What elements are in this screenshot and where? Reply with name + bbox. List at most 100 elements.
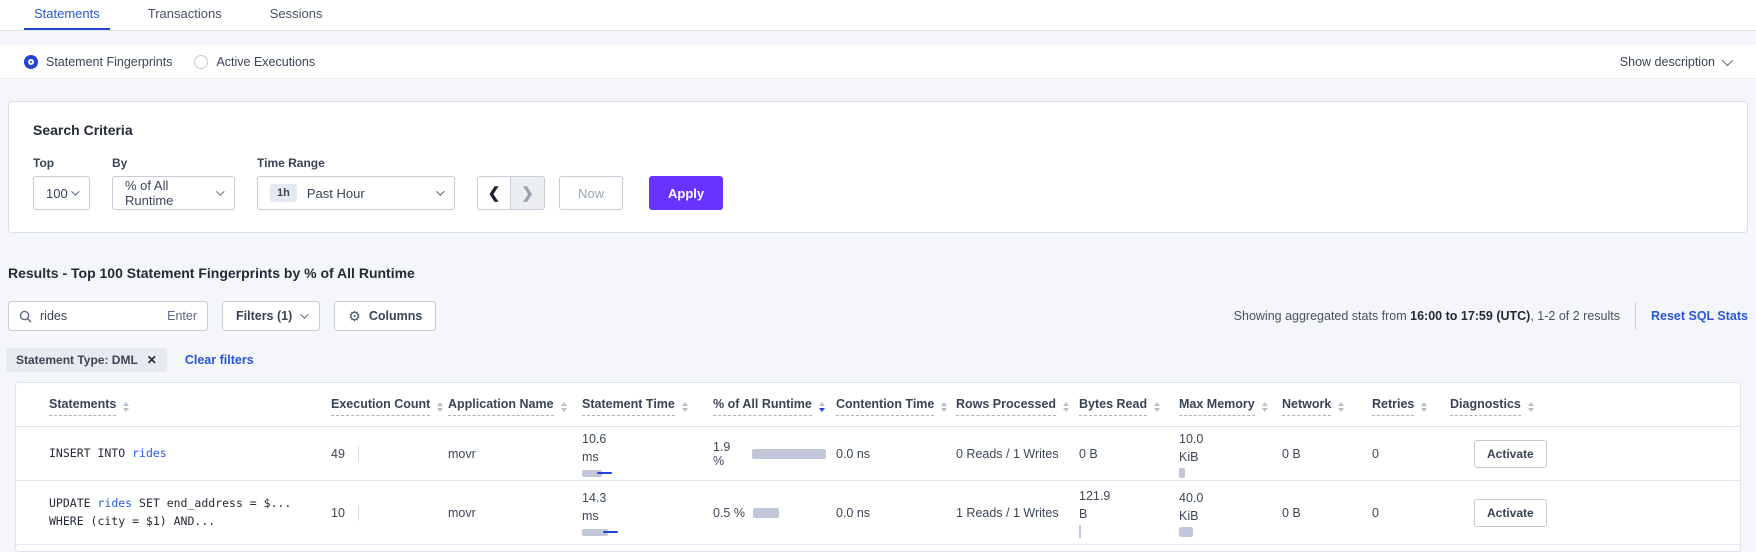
tab-transactions[interactable]: Transactions (138, 0, 232, 30)
radio-statement-fingerprints[interactable]: Statement Fingerprints (24, 55, 172, 69)
bytes-read-cell: 121.9 B (1079, 487, 1179, 538)
time-range-select[interactable]: 1h Past Hour (257, 176, 455, 210)
sort-icon[interactable] (437, 402, 443, 412)
previous-time-button[interactable]: ❮ (477, 176, 511, 210)
tab-sessions[interactable]: Sessions (260, 0, 333, 30)
bytes-read-bar (1079, 525, 1081, 538)
count-bar (358, 446, 359, 461)
statement-time-value: 14.3 (582, 489, 703, 507)
statement-time-bar (582, 528, 703, 536)
filters-button-label: Filters (1) (236, 309, 292, 323)
statement-link[interactable]: UPDATE rides SET end_address = $... WHER… (49, 495, 331, 531)
search-input[interactable] (40, 309, 167, 323)
statement-time-unit: ms (582, 448, 703, 466)
network-cell: 0 B (1282, 506, 1372, 520)
stats-summary-suffix: , 1-2 of 2 results (1530, 309, 1620, 323)
diagnostics-cell: Activate (1450, 499, 1560, 527)
col-header-execution-count: Execution Count (331, 397, 448, 416)
sort-icon[interactable] (561, 402, 567, 412)
col-header-bytes-read: Bytes Read (1079, 397, 1179, 416)
sort-icon[interactable] (941, 402, 947, 412)
stats-summary-prefix: Showing aggregated stats from (1234, 309, 1411, 323)
bar-mean (1179, 527, 1193, 537)
sort-icon[interactable] (1154, 402, 1160, 412)
sort-icon[interactable] (1262, 402, 1268, 412)
activate-diagnostics-button[interactable]: Activate (1474, 499, 1547, 527)
now-button[interactable]: Now (559, 176, 623, 210)
chevron-down-icon (300, 310, 308, 318)
reset-sql-stats-link[interactable]: Reset SQL Stats (1651, 309, 1748, 323)
by-field: By % of All Runtime (112, 156, 235, 210)
col-header-rows-processed: Rows Processed (956, 397, 1079, 416)
chevron-down-icon (216, 187, 224, 195)
col-header-application-name: Application Name (448, 397, 582, 416)
time-range-field: Time Range 1h Past Hour (257, 156, 455, 210)
radio-active-executions[interactable]: Active Executions (194, 55, 315, 69)
gear-icon: ⚙ (348, 308, 361, 325)
show-description-toggle[interactable]: Show description (1620, 55, 1730, 69)
filter-chip-label: Statement Type: DML (16, 353, 138, 367)
statement-time-value: 10.6 (582, 430, 703, 448)
max-memory-bar (1179, 469, 1272, 477)
tab-statements[interactable]: Statements (24, 0, 110, 30)
network-cell: 0 B (1282, 447, 1372, 461)
sql-text: INSERT INTO (49, 446, 132, 460)
activate-diagnostics-button[interactable]: Activate (1474, 440, 1547, 468)
pct-runtime-value: 1.9 % (713, 440, 744, 468)
search-criteria-card: Search Criteria Top 100 By % of All Runt… (8, 101, 1748, 233)
chevron-down-icon (1722, 54, 1733, 65)
sort-icon-active[interactable] (819, 402, 825, 412)
top-select-value: 100 (46, 186, 68, 201)
col-header-label: Statements (49, 397, 116, 416)
top-label: Top (33, 156, 90, 170)
by-select[interactable]: % of All Runtime (112, 176, 235, 210)
rows-processed-cell: 0 Reads / 1 Writes (956, 447, 1079, 461)
next-time-button[interactable]: ❯ (511, 176, 545, 210)
radio-unselected-icon[interactable] (194, 55, 208, 69)
show-description-label: Show description (1620, 55, 1715, 69)
remove-filter-icon[interactable]: ✕ (147, 353, 157, 367)
clear-filters-link[interactable]: Clear filters (185, 353, 254, 367)
col-header-label: Diagnostics (1450, 397, 1521, 416)
bar-mean (1179, 468, 1185, 478)
col-header-label: Application Name (448, 397, 554, 416)
execution-count-value: 10 (331, 506, 345, 520)
radio-selected-icon[interactable] (24, 55, 38, 69)
sql-table-name: rides (132, 446, 167, 460)
apply-button[interactable]: Apply (649, 176, 723, 210)
chevron-down-icon (436, 187, 444, 195)
filters-button[interactable]: Filters (1) (222, 301, 320, 331)
bar-deviation (603, 531, 618, 534)
sql-table-name: rides (97, 496, 132, 510)
pct-runtime-bar (752, 449, 826, 459)
chevron-down-icon (71, 187, 79, 195)
col-header-label: Retries (1372, 397, 1414, 416)
statement-search-box[interactable]: Enter (8, 301, 208, 331)
pct-runtime-bar (753, 508, 779, 518)
sort-icon[interactable] (1338, 402, 1344, 412)
col-header-label: Network (1282, 397, 1331, 416)
sort-icon[interactable] (123, 402, 129, 412)
search-criteria-row: Top 100 By % of All Runtime Time Range 1… (33, 156, 1723, 210)
radio-label: Active Executions (216, 55, 315, 69)
statement-time-unit: ms (582, 507, 703, 525)
time-range-label: Time Range (257, 156, 455, 170)
time-arrows: ❮ ❯ (477, 176, 545, 210)
retries-cell: 0 (1372, 506, 1450, 520)
view-toggle-strip: Statement Fingerprints Active Executions… (0, 45, 1756, 79)
radio-label: Statement Fingerprints (46, 55, 172, 69)
execution-count-cell: 10 (331, 506, 448, 520)
sort-icon[interactable] (1063, 402, 1069, 412)
sort-icon[interactable] (682, 402, 688, 412)
columns-button[interactable]: ⚙ Columns (334, 301, 436, 331)
application-name-cell: movr (448, 506, 582, 520)
statement-link[interactable]: INSERT INTO rides (49, 445, 331, 463)
sort-icon[interactable] (1528, 402, 1534, 412)
sort-icon[interactable] (1421, 402, 1427, 412)
top-select[interactable]: 100 (33, 176, 90, 210)
col-header-network: Network (1282, 397, 1372, 416)
results-controls-row: Enter Filters (1) ⚙ Columns Showing aggr… (8, 301, 1748, 331)
max-memory-cell: 10.0 KiB (1179, 430, 1282, 477)
diagnostics-cell: Activate (1450, 440, 1560, 468)
max-memory-unit: KiB (1179, 448, 1272, 466)
